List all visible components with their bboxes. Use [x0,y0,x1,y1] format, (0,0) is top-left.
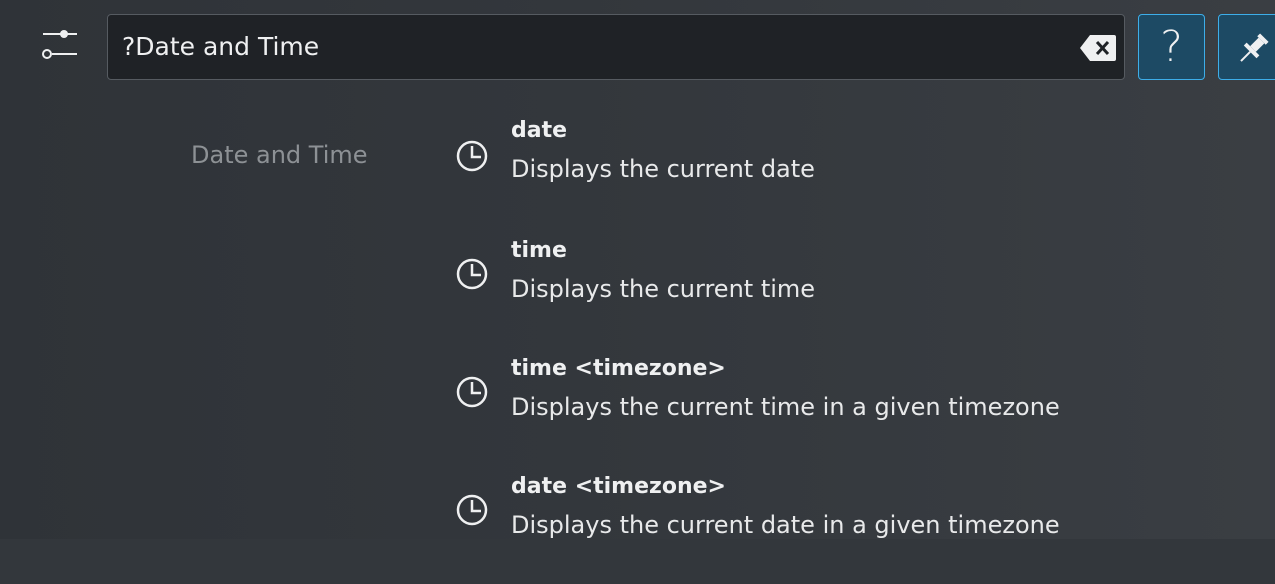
search-field[interactable] [107,14,1125,80]
clear-search-button[interactable] [1080,35,1116,61]
pin-button[interactable] [1218,14,1275,80]
result-title: date <timezone> [511,474,726,499]
pin-icon [1240,33,1269,62]
result-title: time <timezone> [511,356,726,381]
backspace-clear-icon [1080,35,1116,61]
result-subtitle: Displays the current time [511,275,816,303]
question-mark-icon: ? [1160,22,1183,72]
result-title: date [511,118,568,143]
result-subtitle: Displays the current time in a given tim… [511,393,1060,421]
result-subtitle: Displays the current date in a given tim… [511,511,1060,539]
clock-icon [456,258,488,290]
result-category-label: Date and Time [191,141,368,169]
clock-icon [456,140,488,172]
krunner-top-bar: ? [0,0,1275,90]
result-title: time [511,238,567,263]
search-input[interactable] [122,15,1062,79]
result-item-time-timezone[interactable]: time <timezone> Displays the current tim… [450,354,1250,466]
result-subtitle: Displays the current date [511,155,815,183]
result-item-time[interactable]: time Displays the current time [450,236,1250,348]
sliders-icon [42,30,77,59]
clock-icon [456,494,488,526]
clock-icon [456,376,488,408]
result-item-date-timezone[interactable]: date <timezone> Displays the current dat… [450,472,1250,584]
configure-button[interactable] [40,26,80,66]
help-button[interactable]: ? [1138,14,1205,80]
result-item-date[interactable]: date Displays the current date [450,116,1250,228]
